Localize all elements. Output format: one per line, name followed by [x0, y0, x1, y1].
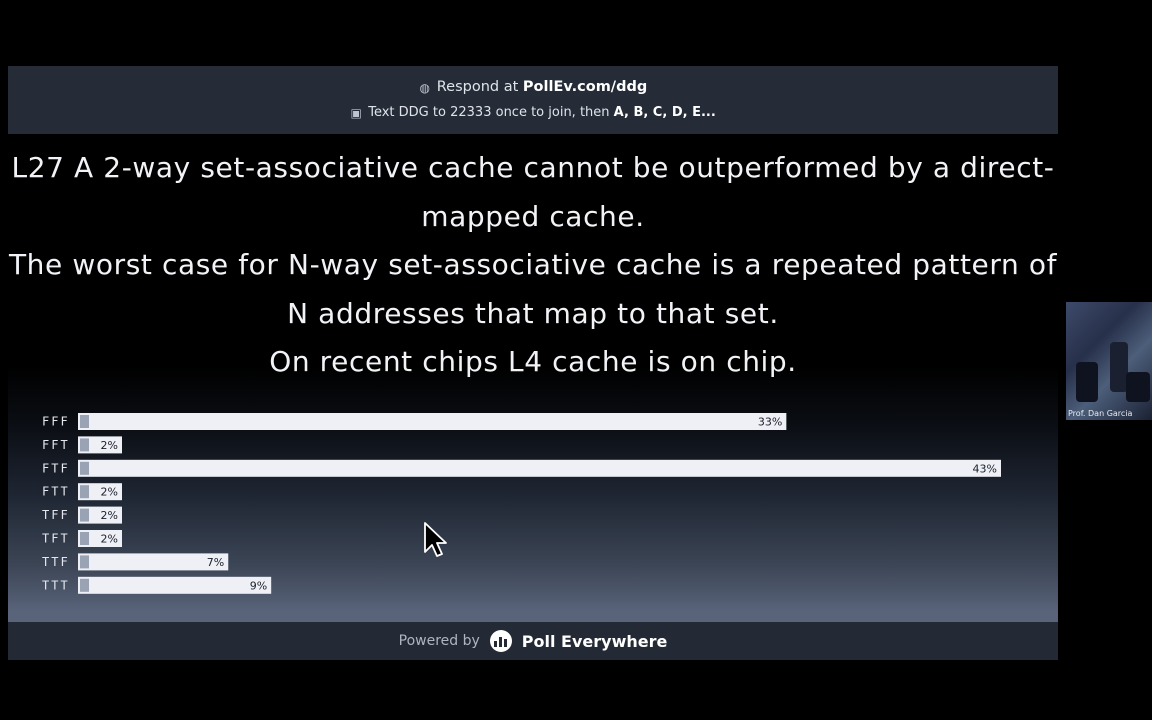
text-instruction: ▣ Text DDG to 22333 once to join, then A,… [350, 105, 716, 120]
question-line: N addresses that map to that set. [287, 296, 779, 330]
mouse-cursor-icon [424, 522, 447, 557]
result-bar [78, 576, 272, 594]
value-label: 2% [101, 509, 118, 522]
sms-icon: ▣ [350, 106, 362, 120]
question-line: The worst case for N-way set-associative… [8, 248, 1058, 281]
category-label: TTT [42, 578, 70, 592]
question-line: mapped cache. [421, 199, 645, 233]
webcam-feed: Prof. Dan Garcia [1066, 302, 1152, 420]
bar-marker [80, 555, 89, 569]
footer-bar: Powered by Poll Everywhere [8, 622, 1058, 660]
bar-marker [80, 532, 89, 545]
category-label: TTF [42, 555, 70, 569]
category-label: TFT [42, 532, 70, 546]
category-label: FTT [42, 485, 70, 499]
globe-icon: ◍ [419, 81, 430, 95]
question-line: On recent chips L4 cache is on chip. [269, 345, 797, 378]
result-bar [78, 459, 1001, 477]
bar-marker [80, 438, 89, 452]
value-label: 7% [207, 556, 224, 569]
brand-name: Poll Everywhere [521, 631, 668, 651]
respond-instruction: ◍ Respond at PollEv.com/ddg [419, 79, 648, 95]
value-label: 2% [101, 439, 118, 452]
question-text: L27 A 2-way set-associative cache cannot… [8, 144, 1058, 387]
value-label: 9% [250, 579, 267, 592]
category-label: FTF [42, 461, 70, 475]
powered-by: Powered by Poll Everywhere [398, 630, 668, 652]
value-label: 43% [973, 462, 997, 475]
value-label: 2% [101, 486, 118, 499]
poll-slide: ◍ Respond at PollEv.com/ddg ▣ Text DDG to … [8, 66, 1058, 660]
value-label: 33% [758, 416, 782, 429]
value-label: 2% [101, 533, 118, 546]
result-bar [78, 553, 229, 571]
bar-marker [80, 461, 89, 475]
bar-marker [80, 508, 89, 522]
category-label: FFF [42, 415, 70, 429]
poll-everywhere-logo-icon [489, 630, 512, 652]
category-label: TFF [42, 508, 70, 522]
category-label: FFT [42, 438, 70, 452]
respond-banner: ◍ Respond at PollEv.com/ddg ▣ Text DDG to … [8, 66, 1058, 134]
result-bar [78, 413, 787, 430]
bar-marker [80, 578, 89, 592]
bar-marker [80, 415, 89, 428]
question-line: L27 A 2-way set-associative cache cannot… [11, 151, 1055, 184]
respond-url[interactable]: PollEv.com/ddg [523, 79, 647, 95]
presenter-name: Prof. Dan Garcia [1068, 409, 1133, 418]
bar-marker [80, 485, 89, 499]
results-bar-chart: FFF 33% FFT 2% FTF 43% FTT 2% TFF 2% TFT 2% TTF 7% TTT… [42, 413, 1001, 594]
